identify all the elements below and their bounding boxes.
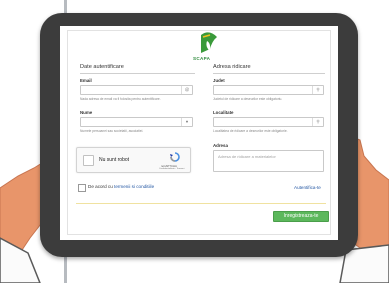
county-hint: Judetul de ridicare a deseurilor este ob… xyxy=(213,97,283,101)
county-field[interactable]: ⚲ xyxy=(213,85,324,95)
login-link[interactable]: Autentifica-te xyxy=(294,185,321,190)
terms-link[interactable]: termenii si conditiile xyxy=(114,184,154,189)
brand-name: SCAPA xyxy=(193,56,211,61)
map-marker-icon: ⚲ xyxy=(312,118,323,126)
map-marker-icon: ⚲ xyxy=(312,86,323,94)
terms-checkbox[interactable] xyxy=(78,184,86,192)
terms-prefix: De acord cu xyxy=(88,184,115,189)
recaptcha-widget: Nu sunt robot reCAPTCHA Confidentialitat… xyxy=(76,147,191,173)
address-textarea[interactable]: Adresa de ridicare a materialelor xyxy=(213,150,324,172)
at-icon: @ xyxy=(181,86,192,94)
name-label: Nume xyxy=(80,110,93,115)
recaptcha-icon xyxy=(170,152,180,162)
user-icon: ● xyxy=(181,118,192,126)
section-title-login: Date autentificare xyxy=(80,64,124,70)
name-field[interactable]: ● xyxy=(80,117,193,127)
address-label: Adresa xyxy=(213,143,228,148)
recaptcha-checkbox[interactable] xyxy=(83,155,94,166)
recaptcha-links[interactable]: Confidentialitate - Termeni xyxy=(159,168,184,170)
scapa-logo-icon xyxy=(201,32,217,53)
city-hint: Localitatea de ridicare a deseurilor est… xyxy=(213,129,288,133)
divider-right xyxy=(213,73,325,74)
registration-form: SCAPA Date autentificare Email @ Nada ad… xyxy=(67,30,331,235)
county-label: Judet xyxy=(213,78,225,83)
register-button[interactable]: Inregistreaza-te xyxy=(273,211,329,222)
tablet-screen: SCAPA Date autentificare Email @ Nada ad… xyxy=(60,26,338,240)
footer-divider xyxy=(76,203,326,204)
email-field[interactable]: @ xyxy=(80,85,193,95)
city-field[interactable]: ⚲ xyxy=(213,117,324,127)
recaptcha-label: Nu sunt robot xyxy=(99,157,130,163)
name-hint: Numele persoanei sau societatii, asociat… xyxy=(80,129,144,133)
terms-text: De acord cu termenii si conditiile xyxy=(88,184,154,189)
divider-left xyxy=(80,73,195,74)
section-title-address: Adresa ridicare xyxy=(213,64,251,70)
city-label: Localitate xyxy=(213,110,234,115)
email-hint: Nada adresa de email va fi folosita pent… xyxy=(80,97,161,101)
email-label: Email xyxy=(80,78,92,83)
